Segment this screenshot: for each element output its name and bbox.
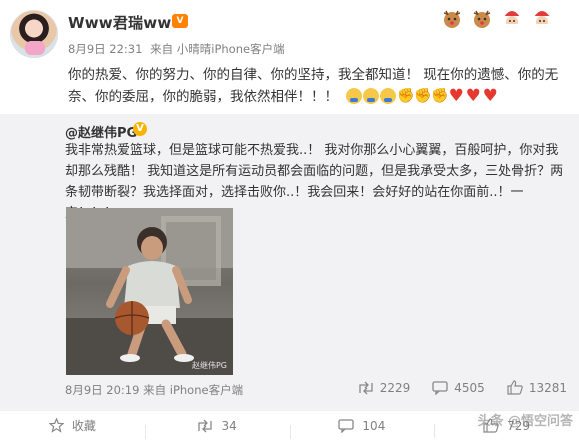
- repost-button[interactable]: 34: [144, 418, 290, 439]
- emoji-row: ✊ ✊ ✊ ♥ ♥ ♥: [346, 86, 498, 106]
- verified-badge-icon: V: [133, 122, 147, 136]
- footer-repost-count: 34: [221, 418, 237, 433]
- repost-icon: [359, 381, 373, 394]
- santa-icon: [529, 4, 555, 32]
- favorite-label: 收藏: [71, 419, 96, 433]
- comment-icon: [338, 418, 355, 433]
- repost-icon: [198, 419, 213, 432]
- vip-badge: V: [172, 14, 188, 28]
- heart-emoji-icon: ♥: [448, 86, 464, 106]
- santa-icon: [499, 4, 525, 32]
- star-icon: [48, 418, 64, 433]
- deer-icon: [439, 4, 465, 32]
- deer-icon: [469, 4, 495, 32]
- footer-comment-count: 104: [362, 418, 386, 433]
- hug-emoji-icon: [380, 88, 397, 104]
- thumbs-up-icon: [507, 380, 523, 395]
- repost-like-button[interactable]: 13281: [507, 380, 567, 395]
- hug-emoji-icon: [363, 88, 380, 104]
- like-count: 13281: [528, 380, 567, 395]
- repost-comment-button[interactable]: 4505: [432, 381, 485, 395]
- repost-source[interactable]: 来自 iPhone客户端: [143, 383, 243, 397]
- muscle-emoji-icon: ✊: [397, 88, 415, 104]
- post-source[interactable]: 来自 小晴晴iPhone客户端: [150, 42, 284, 56]
- heart-emoji-icon: ♥: [482, 86, 498, 106]
- weibo-post: Www君瑞wwW V 8月9日 22:31 来自 小晴晴iPhone客户端 你的…: [0, 0, 579, 440]
- heart-emoji-icon: ♥: [465, 86, 481, 106]
- favorite-button[interactable]: 收藏: [0, 417, 145, 434]
- muscle-emoji-icon: ✊: [431, 88, 449, 104]
- repost-timestamp[interactable]: 8月9日 20:19: [65, 383, 139, 397]
- photo-watermark: 赵继伟PG: [191, 361, 227, 370]
- comment-icon: [432, 380, 448, 395]
- repost-username[interactable]: @赵继伟PG: [65, 122, 137, 141]
- repost-card[interactable]: @赵继伟PG V 我非常热爱篮球，但是篮球可能不热爱我..！ 我对你那么小心翼翼…: [0, 114, 579, 410]
- post-text: 你的热爱、你的努力、你的自律、你的坚持，我全都知道！ 现在你的遗憾、你的无奈、你…: [68, 64, 568, 108]
- repost-meta: 8月9日 20:19 来自 iPhone客户端: [65, 382, 243, 398]
- post-timestamp[interactable]: 8月9日 22:31: [68, 42, 142, 56]
- repost-repost-button[interactable]: 2229: [358, 380, 411, 395]
- site-watermark: 头条 @悟空问答: [477, 414, 573, 429]
- header-decorations: [439, 4, 555, 32]
- comment-count: 4505: [454, 380, 485, 395]
- comment-button[interactable]: 104: [289, 418, 435, 439]
- repost-stats: 2229 4505 13281: [358, 380, 567, 395]
- muscle-emoji-icon: ✊: [414, 88, 432, 104]
- avatar[interactable]: [10, 10, 58, 58]
- repost-photo[interactable]: 赵继伟PG: [66, 208, 233, 375]
- repost-count: 2229: [379, 380, 411, 395]
- post-username[interactable]: Www君瑞wwW: [68, 12, 188, 33]
- post-meta: 8月9日 22:31 来自 小晴晴iPhone客户端: [68, 41, 289, 57]
- hug-emoji-icon: [346, 88, 363, 104]
